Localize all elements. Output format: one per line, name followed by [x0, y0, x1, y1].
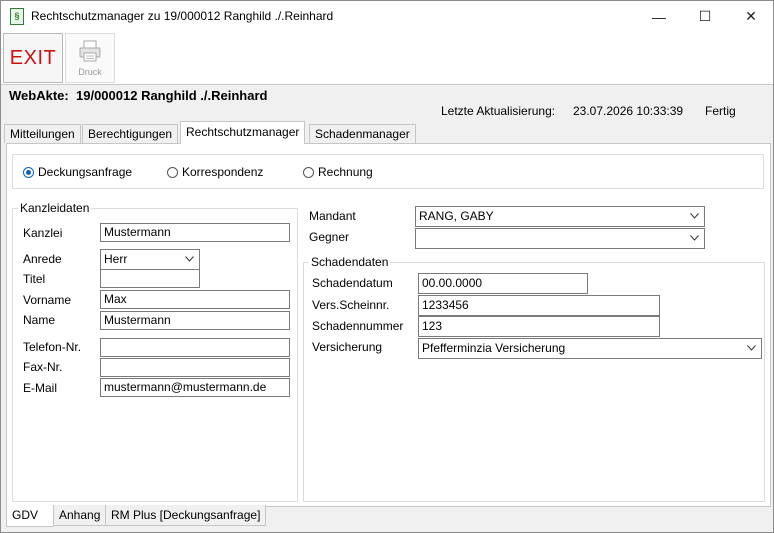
radio-label: Korrespondenz	[182, 165, 264, 179]
gegner-label: Gegner	[309, 230, 350, 244]
telefon-field[interactable]	[100, 338, 290, 357]
print-button-label: Druck	[78, 67, 102, 77]
name-label: Name	[23, 313, 56, 327]
radio-unchecked-icon	[167, 166, 178, 178]
tab-rechtschutzmanager[interactable]: Rechtschutzmanager	[180, 121, 306, 144]
schadennummer-label: Schadennummer	[312, 319, 404, 333]
kanzlei-group: Kanzleidaten Kanzlei Mustermann Anrede H…	[12, 201, 298, 502]
webakte-value: 19/000012 Ranghild ./.Reinhard	[76, 88, 268, 103]
anrede-select[interactable]: Herr	[100, 249, 200, 270]
last-update-label: Letzte Aktualisierung:	[441, 104, 556, 118]
toolbar: EXIT Druck	[1, 32, 773, 85]
app-paragraph-icon: §	[10, 8, 24, 25]
status-text: Fertig	[705, 104, 736, 118]
radio-korrespondenz[interactable]: Korrespondenz	[167, 165, 263, 179]
exit-button[interactable]: EXIT	[3, 33, 63, 83]
minimize-button[interactable]: —	[636, 1, 682, 32]
schadendatum-field[interactable]: 00.00.0000	[418, 273, 588, 294]
maximize-button[interactable]: ☐	[682, 1, 728, 32]
radio-label: Rechnung	[318, 165, 373, 179]
kanzlei-label: Kanzlei	[23, 226, 63, 240]
mandant-value: RANG, GABY	[419, 209, 494, 223]
telefon-label: Telefon-Nr.	[23, 340, 82, 354]
vorname-field[interactable]: Max	[100, 290, 290, 309]
vorname-label: Vorname	[23, 293, 72, 307]
vers-scheinnr-field[interactable]: 1233456	[418, 295, 660, 316]
bottom-tab-bar: GDV Anhang RM Plus [Deckungsanfrage]	[6, 505, 769, 527]
tab-mitteilungen[interactable]: Mitteilungen	[4, 124, 81, 143]
mandant-label: Mandant	[309, 209, 356, 223]
versicherung-label: Versicherung	[312, 340, 383, 354]
kanzlei-group-title: Kanzleidaten	[18, 201, 92, 215]
kanzlei-field[interactable]: Mustermann	[100, 223, 290, 242]
tab-rm-plus[interactable]: RM Plus [Deckungsanfrage]	[105, 505, 267, 526]
chevron-down-icon	[690, 213, 699, 219]
versicherung-value: Pfefferminzia Versicherung	[422, 341, 566, 355]
chevron-down-icon	[690, 235, 699, 241]
schaden-group-title: Schadendaten	[309, 255, 391, 269]
anrede-value: Herr	[104, 252, 128, 266]
schadendatum-label: Schadendatum	[312, 276, 393, 290]
vers-scheinnr-label: Vers.Scheinnr.	[312, 298, 390, 312]
radio-checked-icon	[23, 166, 34, 178]
rechtschutz-panel: Deckungsanfrage Korrespondenz Rechnung K…	[6, 143, 771, 507]
title-bar: § Rechtschutzmanager zu 19/000012 Ranghi…	[1, 1, 773, 32]
tab-gdv[interactable]: GDV	[6, 505, 54, 527]
gegner-select[interactable]	[415, 228, 705, 249]
schaden-group: Schadendaten Schadendatum 00.00.0000 Ver…	[303, 255, 765, 502]
radio-unchecked-icon	[303, 166, 314, 178]
fax-field[interactable]	[100, 358, 290, 377]
main-tab-bar: Mitteilungen Berechtigungen Rechtschutzm…	[1, 121, 773, 144]
radio-label: Deckungsanfrage	[38, 165, 133, 179]
anrede-label: Anrede	[23, 252, 62, 266]
close-button[interactable]: ✕	[728, 1, 773, 32]
webakte-label: WebAkte:	[9, 88, 69, 103]
schadennummer-field[interactable]: 123	[418, 316, 660, 337]
printer-icon	[79, 40, 101, 62]
request-type-group: Deckungsanfrage Korrespondenz Rechnung	[12, 154, 764, 189]
chevron-down-icon	[747, 345, 756, 351]
window-title: Rechtschutzmanager zu 19/000012 Ranghild…	[31, 9, 334, 23]
application-window: § Rechtschutzmanager zu 19/000012 Ranghi…	[0, 0, 774, 533]
print-button[interactable]: Druck	[65, 33, 115, 83]
tab-anhang[interactable]: Anhang	[53, 505, 107, 526]
radio-rechnung[interactable]: Rechnung	[303, 165, 373, 179]
last-update-value: 23.07.2026 10:33:39	[573, 104, 684, 118]
name-field[interactable]: Mustermann	[100, 311, 290, 330]
titel-label: Titel	[23, 272, 46, 286]
titel-field[interactable]	[100, 269, 200, 288]
chevron-down-icon	[185, 256, 194, 262]
email-label: E-Mail	[23, 381, 58, 395]
tab-berechtigungen[interactable]: Berechtigungen	[82, 124, 179, 143]
mandant-select[interactable]: RANG, GABY	[415, 206, 705, 227]
email-field[interactable]: mustermann@mustermann.de	[100, 378, 290, 397]
versicherung-select[interactable]: Pfefferminzia Versicherung	[418, 338, 762, 359]
radio-deckungsanfrage[interactable]: Deckungsanfrage	[23, 165, 132, 179]
tab-schadenmanager[interactable]: Schadenmanager	[309, 124, 416, 143]
fax-label: Fax-Nr.	[23, 360, 63, 374]
